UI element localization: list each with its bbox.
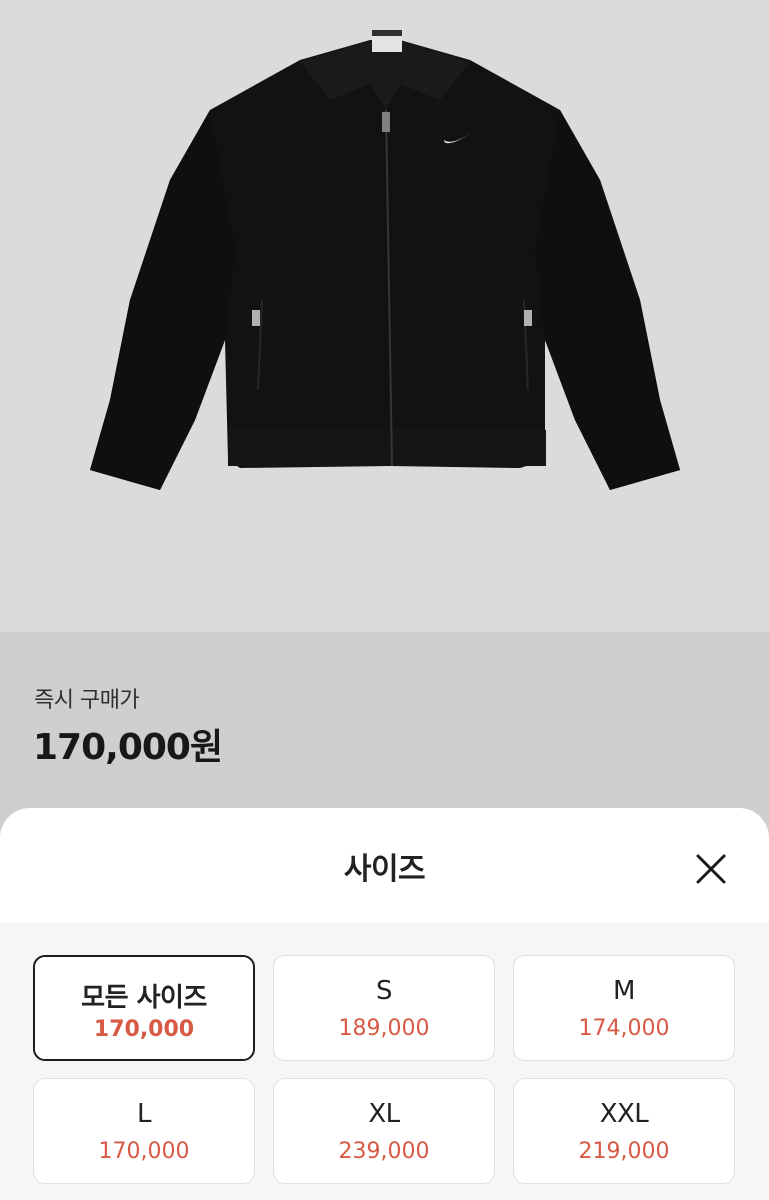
size-option-s[interactable]: S 189,000 [273, 955, 495, 1061]
size-name: S [375, 976, 393, 1006]
product-image[interactable] [0, 0, 769, 632]
size-name: 모든 사이즈 [81, 983, 207, 1013]
size-option-xl[interactable]: XL 239,000 [273, 1078, 495, 1184]
size-price: 219,000 [578, 1139, 670, 1164]
size-price: 170,000 [98, 1139, 190, 1164]
sheet-title: 사이즈 [343, 852, 426, 887]
close-button[interactable] [690, 848, 732, 890]
size-price: 239,000 [338, 1139, 430, 1164]
size-price: 174,000 [578, 1016, 670, 1041]
size-bottom-sheet: 사이즈 모든 사이즈 170,000 S 189,000 M 174,000 L… [0, 808, 769, 1200]
size-option-m[interactable]: M 174,000 [513, 955, 735, 1061]
size-name: L [137, 1099, 152, 1129]
size-price: 189,000 [338, 1016, 430, 1041]
jacket-illustration [90, 30, 680, 490]
price-value: 170,000원 [33, 727, 223, 768]
sheet-header: 사이즈 [0, 808, 769, 920]
size-name: XL [368, 1099, 400, 1129]
size-name: XXL [599, 1099, 649, 1129]
size-grid: 모든 사이즈 170,000 S 189,000 M 174,000 L 170… [0, 922, 769, 1200]
size-option-l[interactable]: L 170,000 [33, 1078, 255, 1184]
size-option-xxl[interactable]: XXL 219,000 [513, 1078, 735, 1184]
size-name: M [613, 976, 635, 1006]
size-option-all[interactable]: 모든 사이즈 170,000 [33, 955, 255, 1061]
size-price: 170,000 [93, 1017, 195, 1042]
price-panel: 즉시 구매가 170,000원 [0, 632, 769, 832]
close-icon [696, 854, 726, 884]
price-label: 즉시 구매가 [34, 688, 140, 713]
